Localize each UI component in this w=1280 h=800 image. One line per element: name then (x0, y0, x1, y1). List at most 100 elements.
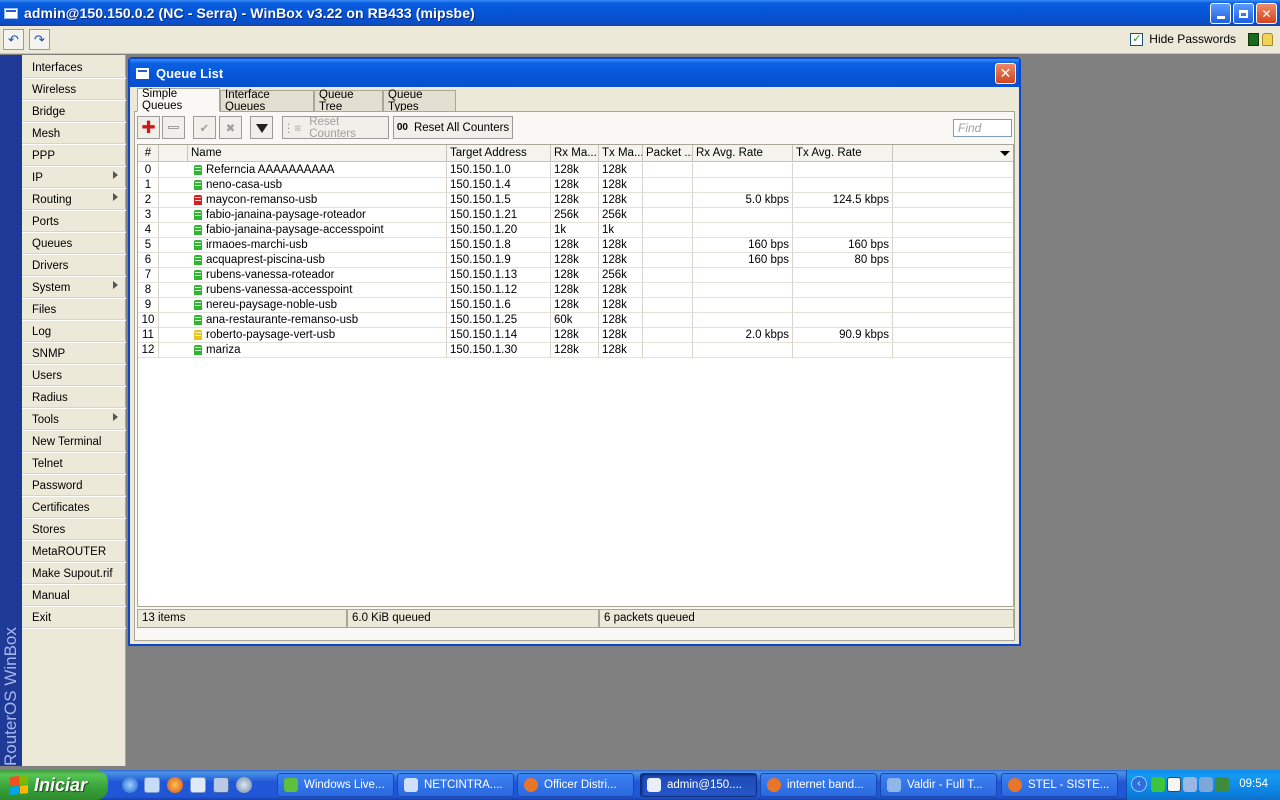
menu-item-telnet[interactable]: Telnet (22, 453, 126, 475)
table-row[interactable]: 6 acquaprest-piscina-usb 150.150.1.9 128k 12… (138, 253, 1013, 268)
firefox-icon[interactable] (167, 777, 183, 793)
menu-item-password[interactable]: Password (22, 475, 126, 497)
cell-id: 5 (138, 238, 159, 253)
redo-button[interactable]: ↷ (29, 29, 50, 50)
tab-interface-queues[interactable]: Interface Queues (220, 89, 314, 113)
menu-item-radius[interactable]: Radius (22, 387, 126, 409)
messenger-tray-icon[interactable] (1151, 777, 1165, 792)
network-tray-icon[interactable] (1183, 777, 1197, 792)
table-row[interactable]: 5 irmaoes-marchi-usb 150.150.1.8 128k 128k 16… (138, 238, 1013, 253)
undo-button[interactable]: ↶ (3, 29, 24, 50)
enable-button[interactable]: ✔ (193, 116, 216, 139)
menu-item-ports[interactable]: Ports (22, 211, 126, 233)
menu-item-exit[interactable]: Exit (22, 607, 126, 629)
windows-taskbar: Iniciar Windows Live... NETCINTRA.... Offi… (0, 770, 1280, 800)
taskbar-task-1[interactable]: Windows Live... (277, 773, 394, 797)
queue-window-titlebar[interactable]: Queue List ✕ (130, 59, 1019, 87)
safe-remove-tray-icon[interactable] (1215, 777, 1229, 792)
table-row[interactable]: 0 Referncia AAAAAAAAAA 150.150.1.0 128k 128k (138, 163, 1013, 178)
menu-item-certificates[interactable]: Certificates (22, 497, 126, 519)
column-header-rx-avg-rate[interactable]: Rx Avg. Rate (693, 145, 793, 162)
reset-all-counters-button[interactable]: 00 Reset All Counters (393, 116, 513, 139)
volume-tray-icon[interactable] (1199, 777, 1213, 792)
column-header-packet[interactable]: Packet ... (643, 145, 693, 162)
menu-item-interfaces[interactable]: Interfaces (22, 57, 126, 79)
table-row[interactable]: 11 roberto-paysage-vert-usb 150.150.1.14 12… (138, 328, 1013, 343)
show-desktop-icon[interactable] (144, 777, 160, 793)
tray-expand-icon[interactable]: ‹ (1131, 776, 1147, 792)
taskbar-task-5[interactable]: internet band... (760, 773, 877, 797)
taskbar-task-4[interactable]: admin@150.... (640, 773, 757, 797)
tab-queue-types[interactable]: Queue Types (383, 89, 456, 113)
menu-item-system[interactable]: System (22, 277, 126, 299)
column-header-name[interactable]: Name (188, 145, 447, 162)
menu-item-ip[interactable]: IP (22, 167, 126, 189)
menu-item-make-supout-rif[interactable]: Make Supout.rif (22, 563, 126, 585)
find-input[interactable]: Find (953, 119, 1012, 137)
column-header-status[interactable] (159, 145, 188, 162)
app-tool-icon[interactable] (213, 777, 229, 793)
menu-item-log[interactable]: Log (22, 321, 126, 343)
menu-item-files[interactable]: Files (22, 299, 126, 321)
tab-simple-queues[interactable]: Simple Queues (137, 88, 220, 112)
menu-item-tools[interactable]: Tools (22, 409, 126, 431)
menu-item-mesh[interactable]: Mesh (22, 123, 126, 145)
add-button[interactable]: ✚ (137, 116, 160, 139)
table-row[interactable]: 1 neno-casa-usb 150.150.1.4 128k 128k (138, 178, 1013, 193)
menu-item-routing[interactable]: Routing (22, 189, 126, 211)
start-button[interactable]: Iniciar (0, 770, 108, 800)
cell-target-address: 150.150.1.25 (447, 313, 551, 328)
network-tool-icon[interactable] (190, 777, 206, 793)
table-row[interactable]: 9 nereu-paysage-noble-usb 150.150.1.6 128k 1… (138, 298, 1013, 313)
taskbar-task-3[interactable]: Officer Distri... (517, 773, 634, 797)
hide-passwords-toggle[interactable]: ✓ Hide Passwords (1130, 32, 1236, 46)
menu-item-drivers[interactable]: Drivers (22, 255, 126, 277)
column-header-tx-max[interactable]: Tx Ma... (599, 145, 643, 162)
menu-item-snmp[interactable]: SNMP (22, 343, 126, 365)
close-button[interactable]: ✕ (1256, 3, 1277, 24)
menu-item-manual[interactable]: Manual (22, 585, 126, 607)
antivirus-tray-icon[interactable] (1167, 777, 1181, 792)
menu-item-ppp[interactable]: PPP (22, 145, 126, 167)
table-row[interactable]: 4 fabio-janaina-paysage-accesspoint 150.15… (138, 223, 1013, 238)
table-row[interactable]: 3 fabio-janaina-paysage-roteador 150.150.1… (138, 208, 1013, 223)
menu-item-new-terminal[interactable]: New Terminal (22, 431, 126, 453)
menu-item-queues[interactable]: Queues (22, 233, 126, 255)
filter-button[interactable] (250, 116, 273, 139)
column-header-rx-max[interactable]: Rx Ma... (551, 145, 599, 162)
menu-item-metarouter[interactable]: MetaROUTER (22, 541, 126, 563)
taskbar-task-6[interactable]: Valdir - Full T... (880, 773, 997, 797)
menu-item-bridge[interactable]: Bridge (22, 101, 126, 123)
table-row[interactable]: 8 rubens-vanessa-accesspoint 150.150.1.12 1… (138, 283, 1013, 298)
column-chooser[interactable] (893, 145, 1013, 162)
taskbar-task-2[interactable]: NETCINTRA.... (397, 773, 514, 797)
taskbar-task-7[interactable]: STEL - SISTE... (1001, 773, 1118, 797)
column-header-target-address[interactable]: Target Address (447, 145, 551, 162)
table-row[interactable]: 10 ana-restaurante-remanso-usb 150.150.1.2… (138, 313, 1013, 328)
internet-explorer-icon[interactable] (122, 777, 138, 793)
minimize-button[interactable] (1210, 3, 1231, 24)
queue-name: mariza (206, 344, 241, 356)
column-header-tx-avg-rate[interactable]: Tx Avg. Rate (793, 145, 893, 162)
menu-item-wireless[interactable]: Wireless (22, 79, 126, 101)
remove-button[interactable] (162, 116, 185, 139)
cell-packet (643, 268, 693, 283)
queue-status-icon (194, 165, 202, 175)
menu-item-stores[interactable]: Stores (22, 519, 126, 541)
queue-list-window: Queue List ✕ Simple Queues Interface Queu… (128, 57, 1021, 646)
restore-button[interactable] (1233, 3, 1254, 24)
disable-button[interactable]: ✖ (219, 116, 242, 139)
menu-item-label: SNMP (32, 347, 66, 360)
column-header-id[interactable]: # (138, 145, 159, 162)
hide-passwords-checkbox[interactable]: ✓ (1130, 32, 1144, 46)
table-row[interactable]: 7 rubens-vanessa-roteador 150.150.1.13 128k… (138, 268, 1013, 283)
table-row[interactable]: 2 maycon-remanso-usb 150.150.1.5 128k 128k 5.… (138, 193, 1013, 208)
gear-icon[interactable] (236, 777, 252, 793)
table-row[interactable]: 12 mariza 150.150.1.30 128k 128k (138, 343, 1013, 358)
cell-target-address: 150.150.1.0 (447, 163, 551, 178)
menu-item-users[interactable]: Users (22, 365, 126, 387)
queue-window-close-button[interactable]: ✕ (995, 63, 1016, 84)
window-titlebar[interactable]: admin@150.150.0.2 (NC - Serra) - WinBox … (0, 0, 1280, 26)
reset-counters-button[interactable]: ⋮≡ Reset Counters (282, 116, 389, 140)
tab-queue-tree[interactable]: Queue Tree (314, 89, 383, 113)
